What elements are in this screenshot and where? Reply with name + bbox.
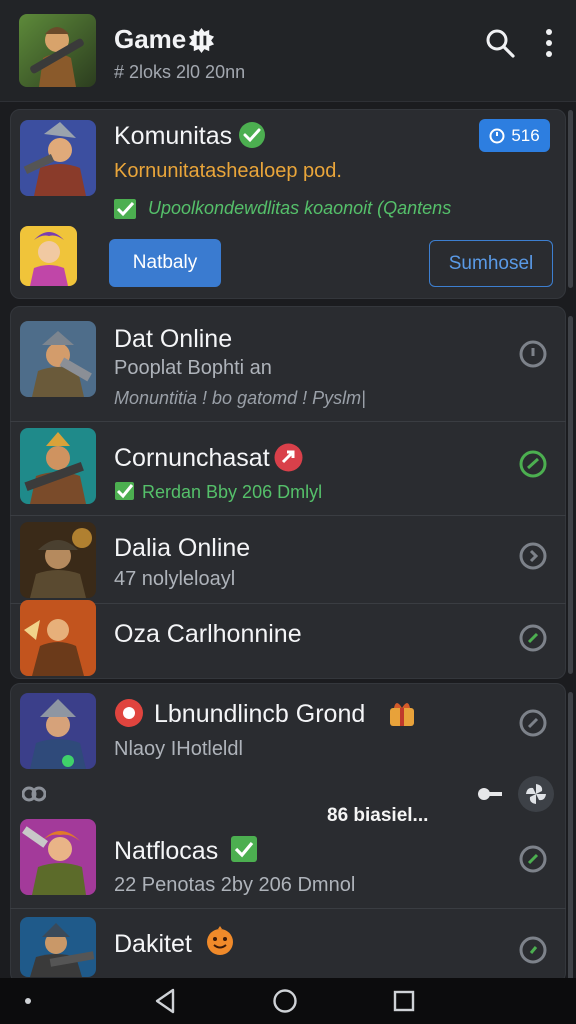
app-title: Game: [114, 24, 187, 54]
secondary-avatar-image: [20, 226, 77, 286]
row-avatar-image: [20, 522, 96, 598]
dot-indicator-icon: [25, 998, 31, 1004]
app-header: Game # 2loks 2l0 20nn: [0, 0, 576, 102]
row-avatar: [20, 693, 96, 769]
row-title: Cornunchasat: [114, 444, 270, 472]
row-avatar: [20, 428, 96, 504]
key-icon[interactable]: [476, 786, 504, 802]
flame-badge-icon: [115, 699, 143, 727]
featured-secondary-avatar: [20, 226, 77, 286]
fan-button[interactable]: [518, 776, 554, 812]
row-title: Oza Carlhonnine: [114, 620, 302, 648]
row-title: Dat Online: [114, 325, 233, 353]
game-avatar[interactable]: [19, 14, 96, 87]
row-title: Natflocas: [114, 837, 219, 865]
row-title: Lbnundlincb Grond: [154, 700, 366, 728]
link-icon[interactable]: [22, 785, 46, 803]
clock-icon: [489, 128, 505, 143]
secondary-action-button[interactable]: Sumhosel: [429, 240, 553, 287]
row-subtitle: 47 nolyleloayl: [114, 568, 236, 590]
featured-description: Kornunitatashealoep pod.: [114, 160, 342, 182]
status-play-icon[interactable]: [518, 541, 548, 571]
row-avatar: [20, 600, 96, 676]
status-done-icon[interactable]: [518, 623, 548, 653]
app-subtitle: # 2loks 2l0 20nn: [114, 62, 246, 82]
settings-badge-icon: [188, 27, 215, 54]
status-play-icon[interactable]: [518, 935, 548, 965]
row-subtitle: 22 Penotas 2by 206 Dmnol: [114, 874, 356, 896]
featured-title: Komunitas: [114, 122, 233, 150]
divider: [10, 421, 566, 422]
row-subtitle: Pooplat Bophti an: [114, 357, 272, 379]
list-scrollbar[interactable]: [568, 316, 573, 674]
row-avatar-image: [20, 917, 96, 977]
more-vert-icon[interactable]: [536, 26, 562, 60]
row-meta: Rerdan Bby 206 Dmlyl: [142, 482, 322, 503]
back-icon[interactable]: [153, 987, 177, 1015]
row-meta: Monuntitia ! bo gatomd ! Pyslm|: [114, 388, 366, 408]
featured-avatar-image: [20, 120, 96, 196]
row-avatar-image: [20, 321, 96, 397]
row-avatar-image: [20, 428, 96, 504]
row-meta-status: Rerdan Bby 206 Dmlyl: [142, 482, 323, 502]
avatar-image: [19, 14, 96, 87]
member-count-badge[interactable]: 516: [479, 119, 550, 152]
row-title: Dalia Online: [114, 534, 251, 562]
list-scrollbar[interactable]: [568, 692, 573, 982]
recents-icon[interactable]: [393, 990, 415, 1012]
row-title: Dakitet: [114, 930, 192, 958]
smile-emoji-icon: [207, 926, 233, 955]
gift-icon: [390, 703, 414, 726]
primary-action-button[interactable]: Natbaly: [109, 239, 221, 287]
featured-status: Upoolkondewdlitas koaonoit (Qantens: [148, 198, 452, 218]
alert-icon: [274, 443, 303, 472]
row-avatar-image: [20, 819, 96, 895]
row-avatar: [20, 321, 96, 397]
featured-avatar[interactable]: [20, 120, 96, 196]
row-avatar: [20, 819, 96, 895]
row-avatar-image: [20, 693, 96, 769]
verified-check-icon: [239, 122, 265, 148]
status-pending-icon[interactable]: [518, 339, 548, 369]
search-icon[interactable]: [484, 27, 516, 59]
divider: [10, 908, 566, 909]
status-done-icon[interactable]: [518, 844, 548, 874]
divider: [10, 515, 566, 516]
featured-scrollbar[interactable]: [568, 110, 573, 288]
check-box-icon: [115, 482, 134, 500]
home-icon[interactable]: [272, 988, 298, 1014]
floating-label: 86 biasiel...: [327, 805, 429, 826]
check-box-icon: [114, 199, 136, 219]
status-pending-icon[interactable]: [518, 708, 548, 738]
row-avatar: [20, 522, 96, 598]
member-count: 516: [511, 125, 540, 145]
status-done-icon[interactable]: [518, 449, 548, 479]
fan-icon: [526, 784, 546, 804]
row-avatar-image: [20, 600, 96, 676]
row-avatar: [20, 917, 96, 977]
row-subtitle: Nlaoy IHotleldl: [114, 738, 243, 760]
system-nav-bar: [0, 978, 576, 1024]
check-box-icon: [231, 836, 257, 862]
